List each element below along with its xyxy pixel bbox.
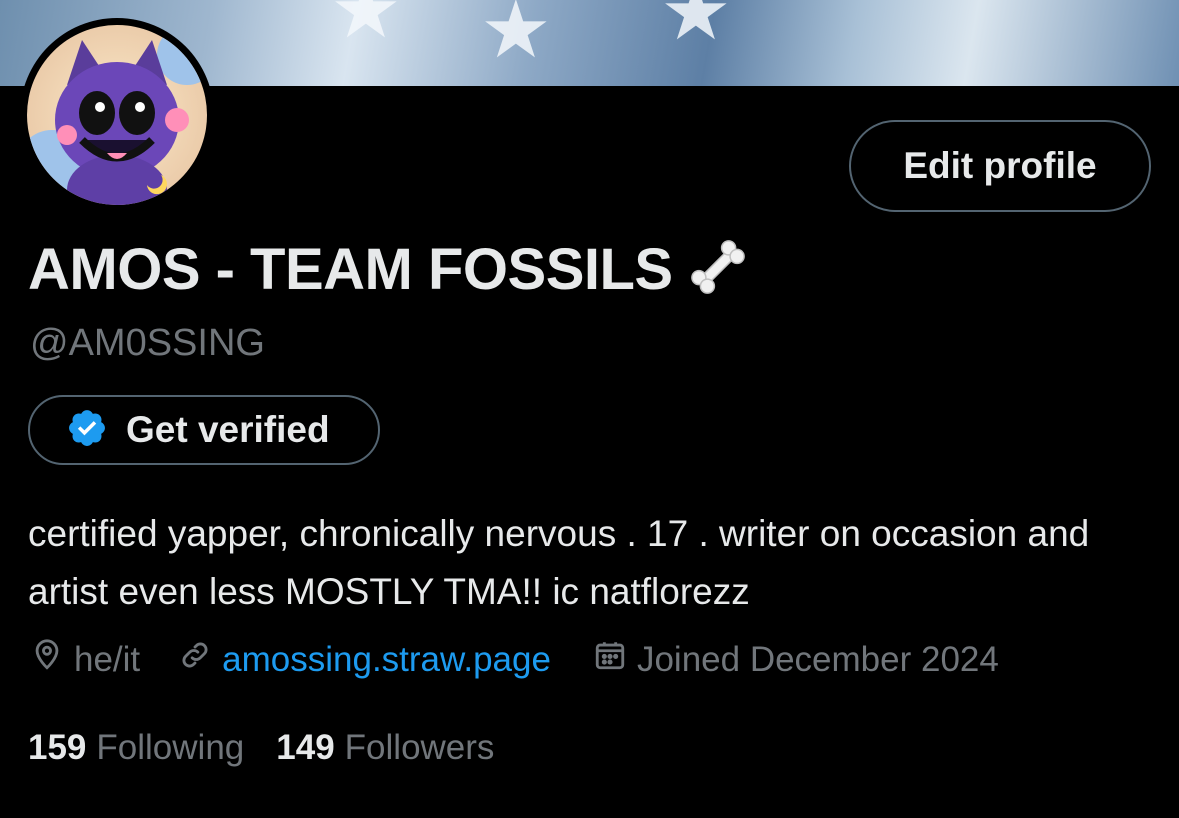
followers-link[interactable]: 149 Followers — [276, 728, 494, 768]
location-item: he/it — [30, 638, 140, 681]
profile-meta: he/it amossing.straw.page Joined Decembe… — [30, 638, 999, 681]
bone-icon — [687, 236, 749, 303]
edit-profile-button[interactable]: Edit profile — [849, 120, 1151, 212]
profile-stats: 159 Following 149 Followers — [28, 728, 494, 768]
profile-avatar[interactable] — [20, 18, 214, 212]
website-link[interactable]: amossing.straw.page — [222, 640, 551, 680]
avatar-image — [27, 25, 207, 205]
following-label: Following — [96, 728, 245, 767]
link-icon — [178, 638, 212, 681]
joined-item: Joined December 2024 — [593, 638, 999, 681]
display-name: AMOS - TEAM FOSSILS — [28, 237, 673, 302]
banner-star-icon: ★ — [330, 0, 402, 54]
location-pin-icon — [30, 638, 64, 681]
followers-count: 149 — [276, 728, 335, 767]
location-text: he/it — [74, 639, 141, 679]
joined-text: Joined December 2024 — [636, 639, 999, 679]
get-verified-label: Get verified — [126, 409, 330, 450]
following-count: 159 — [28, 728, 87, 767]
followers-label: Followers — [344, 728, 495, 767]
get-verified-button[interactable]: Get verified — [28, 395, 380, 465]
banner-star-icon: ★ — [660, 0, 732, 56]
profile-bio: certified yapper, chronically nervous . … — [28, 513, 1090, 612]
following-link[interactable]: 159 Following — [28, 728, 244, 768]
website-item: amossing.straw.page — [178, 638, 551, 681]
verified-badge-icon — [66, 407, 108, 454]
user-handle: @AM0SSING — [30, 322, 265, 364]
banner-star-icon: ★ — [480, 0, 552, 74]
display-name-row: AMOS - TEAM FOSSILS — [28, 236, 749, 303]
calendar-icon — [593, 638, 627, 681]
